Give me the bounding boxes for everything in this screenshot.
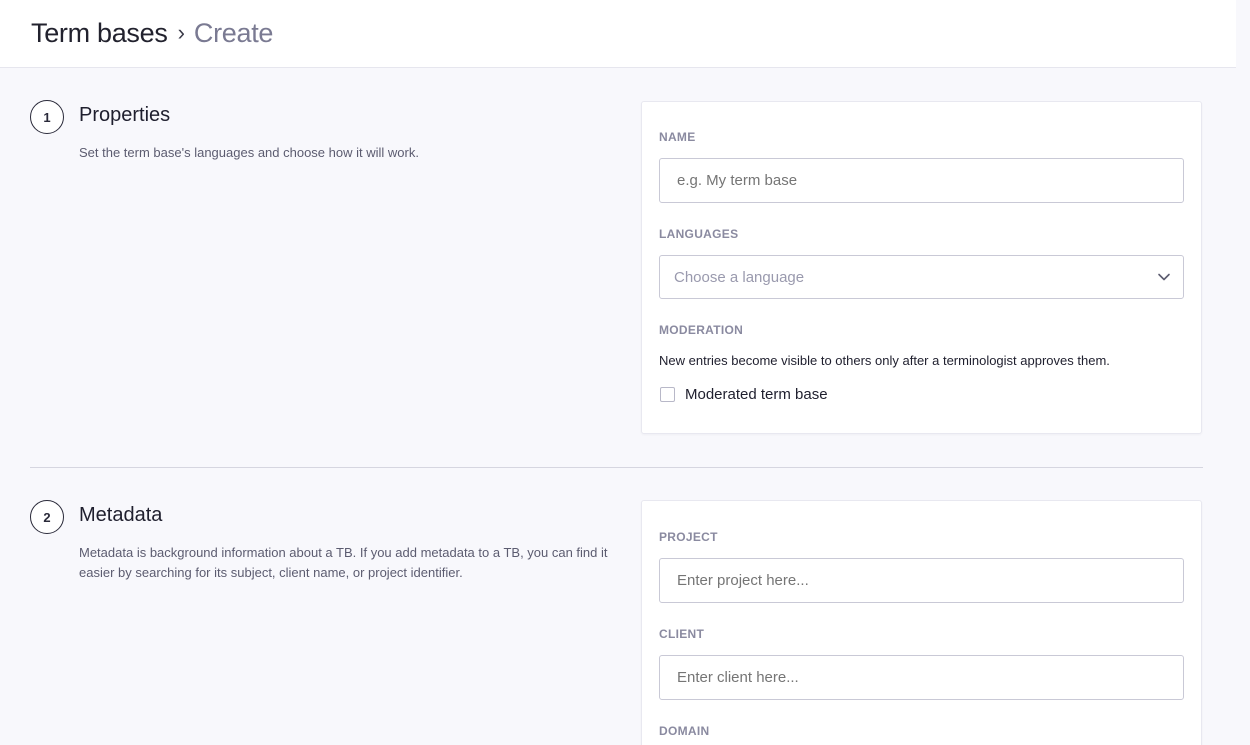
client-input[interactable] <box>659 655 1184 700</box>
domain-label: DOMAIN <box>659 724 710 738</box>
section-title-metadata: Metadata <box>79 504 163 526</box>
chevron-down-icon <box>1158 273 1170 281</box>
name-input[interactable] <box>659 158 1184 203</box>
breadcrumb-current: Create <box>193 18 274 48</box>
step-number-2: 2 <box>30 500 64 534</box>
step-number-1: 1 <box>30 100 64 134</box>
section-title-properties: Properties <box>79 104 171 126</box>
moderation-note: New entries become visible to others onl… <box>659 353 1110 368</box>
moderation-label: MODERATION <box>659 323 744 337</box>
languages-label: LANGUAGES <box>659 227 739 241</box>
metadata-card <box>641 500 1202 745</box>
scrollbar[interactable] <box>1236 0 1250 745</box>
section-description-line-2: easier by searching for its subject, cli… <box>79 565 463 580</box>
section-description-line-1: Metadata is background information about… <box>79 545 608 560</box>
page-header: Term bases › Create <box>0 0 1236 68</box>
project-input[interactable] <box>659 558 1184 603</box>
section-description-properties: Set the term base's languages and choose… <box>79 145 419 160</box>
breadcrumb-separator-icon: › <box>177 19 185 45</box>
languages-select[interactable]: Choose a language <box>659 255 1184 299</box>
section-divider <box>30 467 1203 468</box>
project-label: PROJECT <box>659 530 718 544</box>
moderated-checkbox-label[interactable]: Moderated term base <box>685 386 828 403</box>
client-label: CLIENT <box>659 627 705 641</box>
section-description-metadata: Metadata is background information about… <box>79 543 639 583</box>
name-label: NAME <box>659 130 696 144</box>
moderated-checkbox[interactable] <box>660 387 675 402</box>
languages-select-value: Choose a language <box>674 268 805 286</box>
breadcrumb-term-bases[interactable]: Term bases <box>31 18 168 49</box>
